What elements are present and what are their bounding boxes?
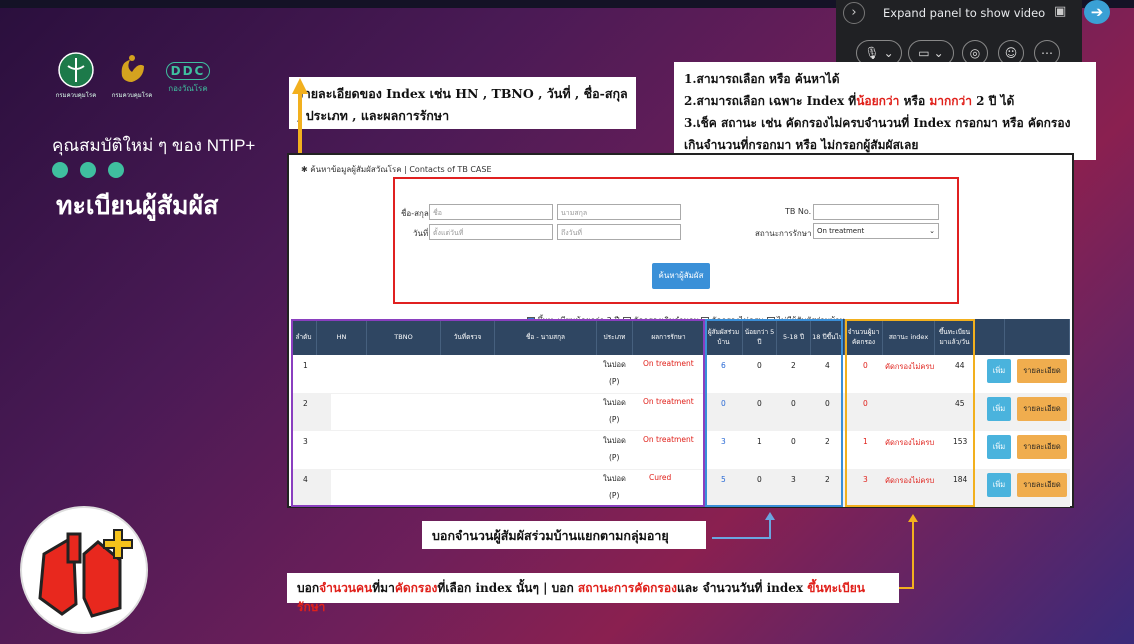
feature-2-less: น้อยกว่า [856,94,900,108]
callout-household: บอกจำนวนผู้สัมผัสร่วมบ้านแยกตามกลุ่มอายุ [422,521,706,549]
record-icon: ◎ [969,46,981,60]
paw-icon: ✱ [301,165,311,174]
detail-button[interactable]: รายละเอียด [1017,435,1067,459]
feature-2-or: หรือ [899,94,930,108]
chevron-down-icon: ⌄ [929,227,935,235]
callout-index-detail: รายละเอียดของ Index เช่น HN , TBNO , วัน… [289,77,636,129]
logo-caption: กรมควบคุมโรค [111,92,153,99]
add-button[interactable]: เพิ่ม [987,397,1011,421]
picture-in-picture-icon[interactable]: ▣ [1054,4,1066,19]
people-icon: ☺ [1004,46,1018,60]
callout-screening: บอกจำนวนคนที่มาคัดกรองที่เลือก index นั้… [287,573,899,614]
feature-2: 2.สามารถเลือก เฉพาะ Index ที่น้อยกว่า หร… [684,90,1086,112]
screen-status: สถานะการคัดกรอง [577,581,677,595]
screen-count: จำนวนคน [319,581,373,595]
to-date-input[interactable]: ถึงวันที่ [557,224,681,240]
logo-caption: กองวัณโรค [168,84,208,93]
dot [52,162,68,178]
anniversary-logo: กรมควบคุมโรค [108,52,156,100]
feature-3: 3.เช็ค สถานะ เช่น คัดกรองไม่ครบจำนวนที่ … [684,116,1071,152]
ddc-text: DDC [165,62,211,80]
more-icon: ⋯ [1041,46,1053,60]
name-label: ชื่อ-สกุล [401,209,429,218]
share-arrow-icon[interactable]: ➔ [1084,0,1110,24]
dot [108,162,124,178]
mic-icon: 🎙 [864,46,880,60]
status-select-value: On treatment [817,227,865,235]
add-button[interactable]: เพิ่ม [987,359,1011,383]
tbno-label: TB No. [785,207,812,216]
slide-title: ทะเบียนผู้สัมผัส [56,192,219,220]
search-form-highlight: ชื่อ-สกุล ชื่อ นามสกุล วันที่ ตั้งแต่วัน… [393,177,959,325]
first-name-input[interactable]: ชื่อ [429,204,553,220]
chevron-right-icon[interactable]: › [843,2,865,24]
screen-text: ที่เลือก index นั้นๆ | บอก [437,581,578,595]
callout-features: 1.สามารถเลือก หรือ ค้นหาได้ 2.สามารถเลือ… [674,62,1096,160]
screening-highlight [845,319,975,507]
logo-caption: กรมควบคุมโรค [55,92,97,99]
add-button[interactable]: เพิ่ม [987,473,1011,497]
ministry-logo: กรมควบคุมโรค [52,52,100,100]
panel-title-text: ค้นหาข้อมูลผู้สัมผัสวัณโรค | Contacts of… [310,165,492,174]
camera-icon: ▭ [918,46,930,60]
chevron-down-icon: ⌄ [933,46,944,60]
dot [80,162,96,178]
detail-button[interactable]: รายละเอียด [1017,397,1067,421]
decorative-dots [52,162,124,178]
contacts-search-panel: ✱ ค้นหาข้อมูลผู้สัมผัสวัณโรค | Contacts … [287,153,1074,508]
screen-text: ที่มา [372,581,395,595]
index-detail-highlight [291,319,705,507]
household-highlight [705,319,843,507]
ministry-logo-icon [58,52,94,88]
feature-2-more: มากกว่า [929,94,972,108]
expand-panel-label[interactable]: Expand panel to show video [883,6,1045,20]
tbno-input[interactable] [813,204,939,220]
col-add [975,319,1005,355]
add-button[interactable]: เพิ่ม [987,435,1011,459]
detail-button[interactable]: รายละเอียด [1017,473,1067,497]
ddc-logo: DDC กองวัณโรค [164,52,212,95]
last-name-input[interactable]: นามสกุล [557,204,681,220]
panel-title: ✱ ค้นหาข้อมูลผู้สัมผัสวัณโรค | Contacts … [301,163,492,176]
logo-row: กรมควบคุมโรค กรมควบคุมโรค DDC กองวัณโรค [52,52,212,100]
search-contacts-button[interactable]: ค้นหาผู้สัมผัส [652,263,710,289]
date-label: วันที่ [413,229,429,238]
anniversary-logo-icon [121,55,144,82]
feature-2-end: 2 ปี ได้ [971,94,1015,108]
screen-text: และ จำนวนวันที่ index [676,581,808,595]
chevron-down-icon: ⌄ [883,46,894,60]
status-select[interactable]: On treatment ⌄ [813,223,939,239]
ntip-badge [20,506,148,634]
from-date-input[interactable]: ตั้งแต่วันที่ [429,224,553,240]
feature-1: 1.สามารถเลือก หรือ ค้นหาได้ [684,72,840,86]
detail-button[interactable]: รายละเอียด [1017,359,1067,383]
ddc-logo-icon: DDC [165,62,211,80]
col-detail [1005,319,1070,355]
feature-2-text: 2.สามารถเลือก เฉพาะ Index ที่ [684,94,857,108]
screen-screening: คัดกรอง [394,581,438,595]
slide-stage: กรมควบคุมโรค กรมควบคุมโรค DDC กองวัณโรค … [0,0,1134,644]
screen-text: บอก [297,581,320,595]
lungs-plus-icon [38,529,133,618]
status-label: สถานะการรักษา [755,229,812,238]
slide-subtitle: คุณสมบัติใหม่ ๆ ของ NTIP+ [52,136,256,155]
